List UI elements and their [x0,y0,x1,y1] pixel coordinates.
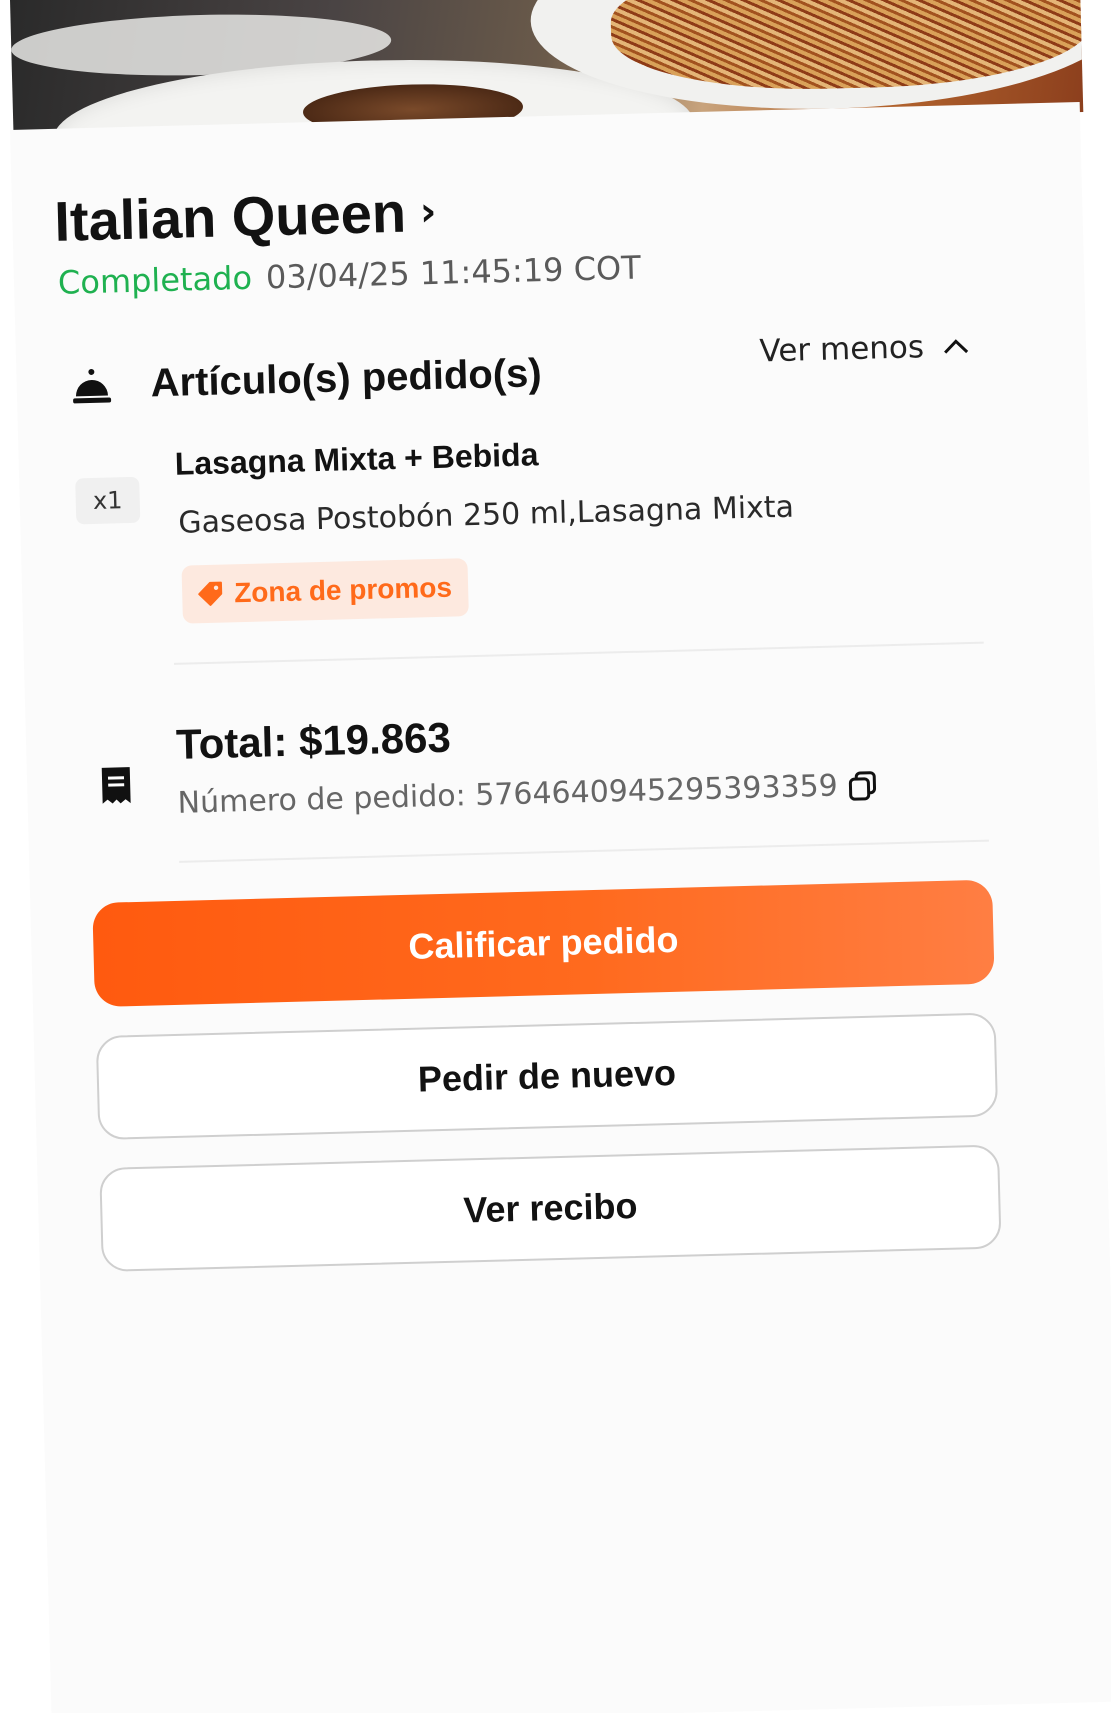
reorder-button[interactable]: Pedir de nuevo [95,1012,999,1141]
promo-badge: Zona de promos [181,558,469,624]
chevron-right-icon: › [419,188,438,235]
promo-label: Zona de promos [233,571,453,609]
restaurant-link[interactable]: Italian Queen › [54,179,438,254]
divider [174,641,984,665]
chevron-up-icon [944,339,969,354]
item-name: Lasagna Mixta + Bebida [174,436,539,482]
tag-icon [198,581,223,606]
collapse-toggle-label: Ver menos [759,329,925,370]
order-timestamp: 03/04/25 11:45:19 COT [265,248,642,297]
divider [179,839,989,863]
copy-icon[interactable] [847,769,878,802]
order-status-row: Completado 03/04/25 11:45:19 COT [58,249,642,302]
restaurant-name: Italian Queen [53,180,407,253]
order-total: Total: $19.863 [175,713,452,768]
order-detail-sheet: Italian Queen › Completado 03/04/25 11:4… [10,101,1111,1713]
order-number-row: Número de pedido: 5764640945295393359 [177,768,878,821]
item-quantity-badge: x1 [75,476,141,525]
status-label: Completado [57,258,253,302]
receipt-icon [101,767,131,804]
items-section-title: Artículo(s) pedido(s) [150,351,543,406]
service-bell-icon [73,368,112,403]
item-description: Gaseosa Postobón 250 ml,Lasagna Mixta [177,489,795,541]
view-receipt-button[interactable]: Ver recibo [99,1144,1002,1272]
rate-order-button[interactable]: Calificar pedido [92,879,995,1008]
collapse-toggle[interactable]: Ver menos [759,328,970,369]
order-number: Número de pedido: 5764640945295393359 [177,768,839,821]
items-section-header: Artículo(s) pedido(s) Ver menos [70,329,981,409]
